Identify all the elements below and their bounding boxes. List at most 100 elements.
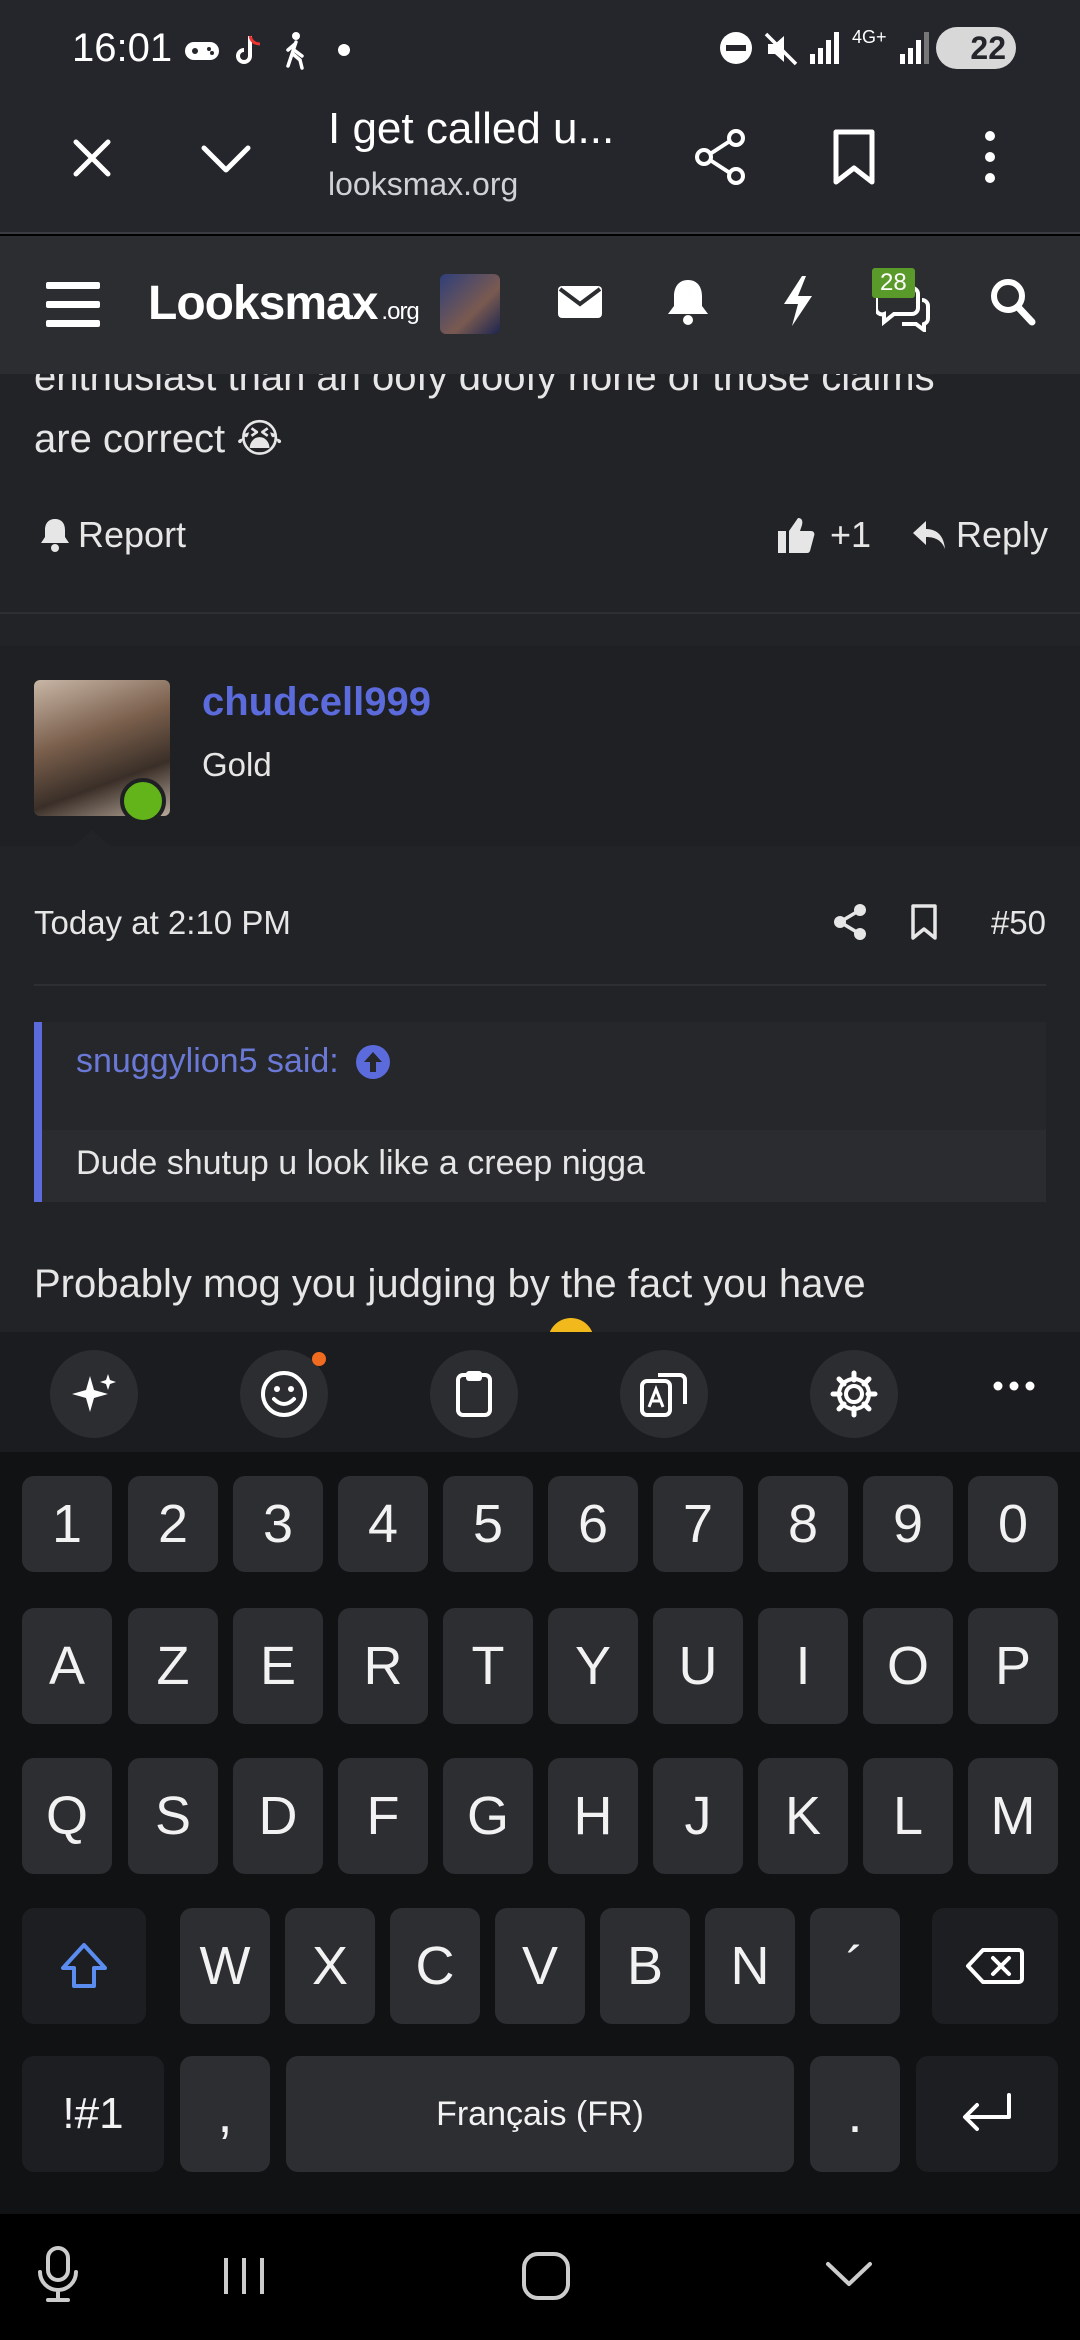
signal-icon	[808, 30, 842, 66]
signal-icon-2	[898, 30, 932, 66]
comma-key[interactable]: ,	[180, 2056, 270, 2172]
period-key[interactable]: .	[810, 2056, 900, 2172]
quote-author: snuggylion5 said:	[76, 1042, 339, 1080]
backspace-key[interactable]	[932, 1908, 1058, 2024]
key-x[interactable]: X	[285, 1908, 375, 2024]
previous-post-line-1: enthusiast than an oofy doofy none of th…	[34, 374, 935, 399]
chevron-down-icon[interactable]	[196, 128, 256, 188]
translate-button[interactable]	[620, 1350, 708, 1438]
key-2[interactable]: 2	[128, 1476, 218, 1572]
emoji-icon	[548, 1318, 594, 1332]
space-key[interactable]: Français (FR)	[286, 2056, 794, 2172]
key-f[interactable]: F	[338, 1758, 428, 1874]
post-date[interactable]: Today at 2:10 PM	[34, 904, 291, 942]
key-7[interactable]: 7	[653, 1476, 743, 1572]
key-y[interactable]: Y	[548, 1608, 638, 1724]
key-acute[interactable]: ´	[810, 1908, 900, 2024]
key-q[interactable]: Q	[22, 1758, 112, 1874]
recents-icon[interactable]	[220, 2254, 268, 2298]
key-9[interactable]: 9	[863, 1476, 953, 1572]
key-i[interactable]: I	[758, 1608, 848, 1724]
search-icon[interactable]	[988, 276, 1038, 328]
symbols-key[interactable]: !#1	[22, 2056, 164, 2172]
key-p[interactable]: P	[968, 1608, 1058, 1724]
mail-icon[interactable]	[556, 278, 604, 326]
key-c[interactable]: C	[390, 1908, 480, 2024]
key-k[interactable]: K	[758, 1758, 848, 1874]
key-r[interactable]: R	[338, 1608, 428, 1724]
settings-button[interactable]	[810, 1350, 898, 1438]
key-3[interactable]: 3	[233, 1476, 323, 1572]
page-title[interactable]: I get called u...	[328, 104, 614, 154]
user-avatar-nav[interactable]	[440, 274, 500, 334]
key-e[interactable]: E	[233, 1608, 323, 1724]
more-vert-icon[interactable]	[970, 126, 1010, 188]
previous-post-text: enthusiast than an oofy doofy none of th…	[34, 374, 1034, 470]
shift-key[interactable]	[22, 1908, 146, 2024]
site-logo[interactable]: Looksmax .org	[148, 276, 420, 331]
user-block-arrow	[74, 830, 110, 846]
page-url[interactable]: looksmax.org	[328, 166, 518, 203]
key-u[interactable]: U	[653, 1608, 743, 1724]
key-m[interactable]: M	[968, 1758, 1058, 1874]
key-8[interactable]: 8	[758, 1476, 848, 1572]
more-horiz-icon[interactable]	[992, 1380, 1036, 1392]
browser-toolbar: I get called u... looksmax.org	[0, 100, 1080, 234]
bookmark-icon[interactable]	[828, 126, 880, 188]
key-j[interactable]: J	[653, 1758, 743, 1874]
key-w[interactable]: W	[180, 1908, 270, 2024]
key-v[interactable]: V	[495, 1908, 585, 2024]
share-icon[interactable]	[690, 126, 752, 188]
key-4[interactable]: 4	[338, 1476, 428, 1572]
report-button[interactable]: Report	[38, 514, 186, 556]
translate-icon	[640, 1373, 687, 1417]
share-icon[interactable]	[832, 902, 868, 942]
mute-icon	[762, 30, 800, 68]
emoji-notification-dot	[312, 1352, 326, 1366]
keyboard-toolbar	[0, 1332, 1080, 1452]
menu-icon[interactable]	[44, 278, 102, 332]
key-z[interactable]: Z	[128, 1608, 218, 1724]
reply-icon	[913, 521, 945, 549]
report-label: Report	[78, 514, 187, 555]
key-1[interactable]: 1	[22, 1476, 112, 1572]
key-b[interactable]: B	[600, 1908, 690, 2024]
network-type: 4G+	[852, 27, 887, 47]
key-l[interactable]: L	[863, 1758, 953, 1874]
key-6[interactable]: 6	[548, 1476, 638, 1572]
key-h[interactable]: H	[548, 1758, 638, 1874]
key-0[interactable]: 0	[968, 1476, 1058, 1572]
home-icon[interactable]	[520, 2250, 572, 2302]
clipboard-button[interactable]	[430, 1350, 518, 1438]
conversations-badge: 28	[872, 268, 915, 298]
quote-block: snuggylion5 said: Dude shutup u look lik…	[34, 1022, 1046, 1202]
post-number[interactable]: #50	[991, 904, 1046, 942]
thread-content: enthusiast than an oofy doofy none of th…	[0, 374, 1080, 1332]
reply-button[interactable]: Reply	[910, 514, 1048, 556]
bookmark-icon[interactable]	[908, 902, 940, 942]
previous-post-line-2: are correct 😭	[34, 417, 284, 461]
microphone-icon[interactable]	[36, 2244, 80, 2304]
key-o[interactable]: O	[863, 1608, 953, 1724]
key-n[interactable]: N	[705, 1908, 795, 2024]
like-button[interactable]: +1	[776, 514, 871, 556]
key-s[interactable]: S	[128, 1758, 218, 1874]
hide-keyboard-icon[interactable]	[824, 2258, 874, 2290]
arrow-up-circle-icon	[355, 1044, 390, 1079]
lightning-icon[interactable]	[780, 274, 816, 328]
thumbs-up-icon	[778, 518, 815, 553]
logo-suffix: .org	[381, 298, 419, 325]
key-t[interactable]: T	[443, 1608, 533, 1724]
bell-icon[interactable]	[664, 276, 712, 326]
enter-key[interactable]	[916, 2056, 1058, 2172]
system-navbar	[0, 2214, 1080, 2340]
key-a[interactable]: A	[22, 1608, 112, 1724]
quote-header[interactable]: snuggylion5 said:	[76, 1042, 391, 1081]
key-g[interactable]: G	[443, 1758, 533, 1874]
reply-label: Reply	[956, 514, 1049, 555]
key-d[interactable]: D	[233, 1758, 323, 1874]
close-icon[interactable]	[62, 128, 122, 188]
ai-sparkle-button[interactable]	[50, 1350, 138, 1438]
post-username[interactable]: chudcell999	[202, 680, 431, 725]
key-5[interactable]: 5	[443, 1476, 533, 1572]
